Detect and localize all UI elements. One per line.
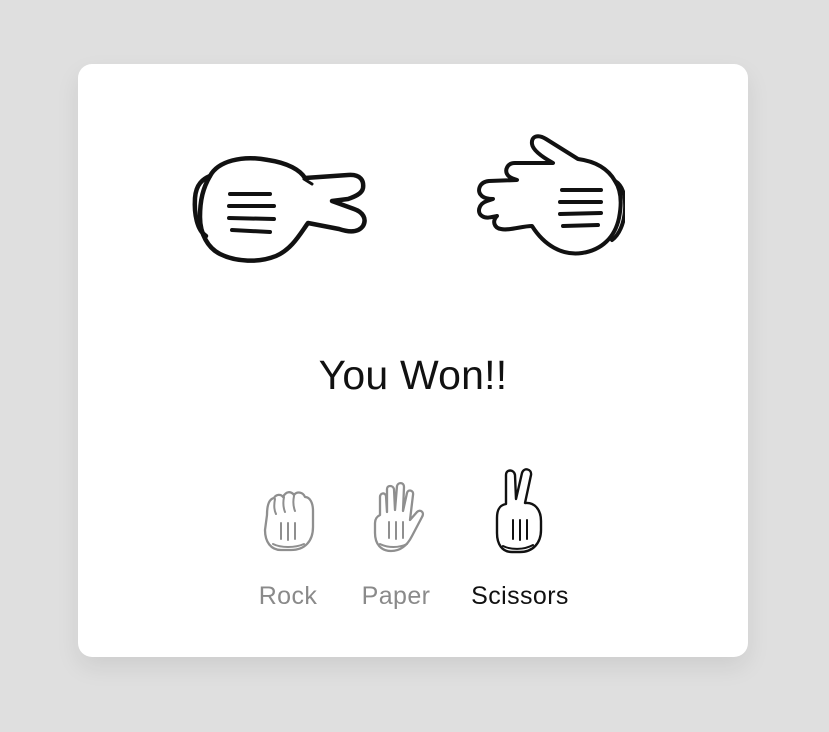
paper-hand-icon xyxy=(373,481,425,553)
game-card: You Won!! Rock Paper Scissors xyxy=(78,64,748,657)
result-message: You Won!! xyxy=(318,352,508,398)
rock-choice-button[interactable]: Rock xyxy=(248,459,328,619)
scissors-choice-button[interactable]: Scissors xyxy=(460,459,580,619)
computer-paper-hand-icon xyxy=(477,134,625,256)
paper-label: Paper xyxy=(361,582,431,610)
choice-buttons: Rock Paper Scissors xyxy=(78,459,748,619)
paper-choice-button[interactable]: Paper xyxy=(356,459,436,619)
scissors-label: Scissors xyxy=(471,582,569,610)
battle-area xyxy=(78,64,748,324)
player-scissors-hand-icon xyxy=(192,156,367,263)
scissors-hand-icon xyxy=(495,468,543,554)
rock-label: Rock xyxy=(258,582,318,610)
rock-hand-icon xyxy=(263,491,315,552)
